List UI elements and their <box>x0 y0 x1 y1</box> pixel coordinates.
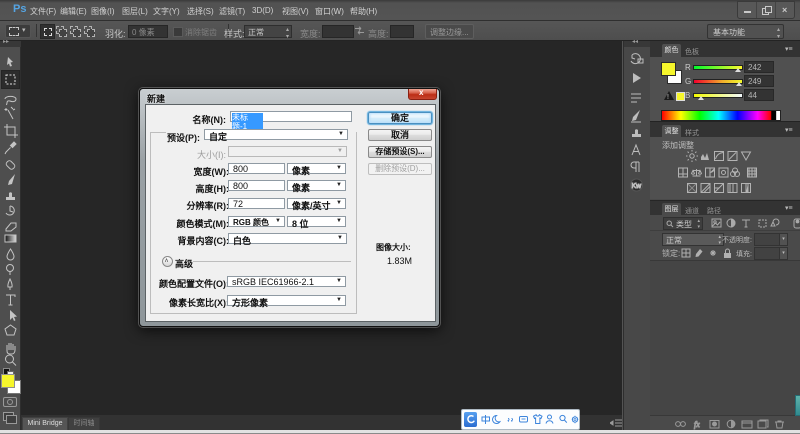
svg-text:!: ! <box>667 94 669 100</box>
svg-text:Kw: Kw <box>632 183 643 190</box>
